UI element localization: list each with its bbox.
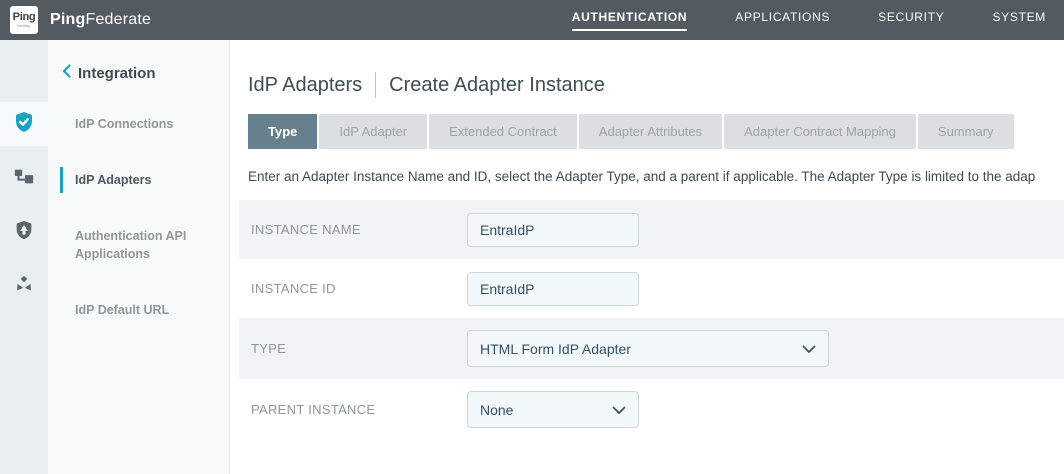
rail-item-security[interactable] xyxy=(0,210,48,254)
rail-item-applications[interactable] xyxy=(0,156,48,200)
ping-logo: Ping Identity. xyxy=(10,6,38,34)
sidebar-item-authentication-api-applications[interactable]: Authentication API Applications xyxy=(60,223,220,267)
tab-summary[interactable]: Summary xyxy=(918,114,1014,149)
page-title-primary: IdP Adapters xyxy=(248,74,362,97)
brand-bold: Ping xyxy=(50,11,85,28)
sidebar-item-idp-connections[interactable]: IdP Connections xyxy=(60,111,220,137)
nav-authentication[interactable]: AUTHENTICATION xyxy=(572,10,688,31)
rail-item-authentication[interactable] xyxy=(0,102,48,146)
parent-instance-dropdown[interactable]: None xyxy=(467,391,639,428)
type-label: TYPE xyxy=(251,341,467,356)
sidebar-item-idp-default-url[interactable]: IdP Default URL xyxy=(60,297,220,323)
instance-id-label: INSTANCE ID xyxy=(251,281,467,296)
app-title: PingFederate xyxy=(50,11,151,29)
form-row-instance-id: INSTANCE ID xyxy=(239,259,1064,318)
sidebar-nav: IdP Connections IdP Adapters Authenticat… xyxy=(60,111,229,323)
tab-adapter-contract-mapping[interactable]: Adapter Contract Mapping xyxy=(724,114,916,149)
page-description: Enter an Adapter Instance Name and ID, s… xyxy=(248,169,1064,184)
top-nav: AUTHENTICATION APPLICATIONS SECURITY SYS… xyxy=(572,10,1046,31)
tab-type[interactable]: Type xyxy=(248,114,317,149)
ping-logo-text: Ping xyxy=(13,12,36,23)
nav-applications[interactable]: APPLICATIONS xyxy=(735,10,830,31)
form-row-parent-instance: PARENT INSTANCE None xyxy=(239,379,1064,440)
chevron-down-icon xyxy=(612,402,626,418)
form-row-type: TYPE HTML Form IdP Adapter xyxy=(239,318,1064,379)
page-title-secondary: Create Adapter Instance xyxy=(389,74,605,97)
instance-id-input[interactable] xyxy=(467,272,639,306)
parent-instance-dropdown-value: None xyxy=(480,402,513,418)
form-row-instance-name: INSTANCE NAME xyxy=(239,200,1064,259)
app-header: Ping Identity. PingFederate AUTHENTICATI… xyxy=(0,0,1064,40)
sidebar-section-header[interactable]: Integration xyxy=(60,64,229,83)
instance-name-label: INSTANCE NAME xyxy=(251,222,467,237)
nav-system[interactable]: SYSTEM xyxy=(992,10,1046,31)
instance-name-input[interactable] xyxy=(467,213,639,247)
wizard-tabs: Type IdP Adapter Extended Contract Adapt… xyxy=(248,114,1064,149)
main-content: IdP Adapters Create Adapter Instance Typ… xyxy=(230,40,1064,474)
shield-arrow-icon xyxy=(13,219,35,246)
title-separator xyxy=(375,72,376,98)
tab-extended-contract[interactable]: Extended Contract xyxy=(429,114,577,149)
brand-light: Federate xyxy=(85,11,151,28)
rail-item-system[interactable] xyxy=(0,264,48,308)
ping-logo-subtext: Identity. xyxy=(17,23,31,28)
system-icon xyxy=(13,273,35,300)
type-dropdown-value: HTML Form IdP Adapter xyxy=(480,341,631,357)
tab-idp-adapter[interactable]: IdP Adapter xyxy=(319,114,427,149)
page-title: IdP Adapters Create Adapter Instance xyxy=(248,72,1064,98)
icon-rail xyxy=(0,40,48,474)
sidebar-item-idp-adapters[interactable]: IdP Adapters xyxy=(60,167,220,193)
tab-adapter-attributes[interactable]: Adapter Attributes xyxy=(579,114,722,149)
chevron-down-icon xyxy=(802,341,816,357)
shield-check-icon xyxy=(12,110,36,139)
sidebar: Integration IdP Connections IdP Adapters… xyxy=(48,40,230,474)
sidebar-section-label: Integration xyxy=(78,65,156,82)
adapter-form: INSTANCE NAME INSTANCE ID TYPE HTML Form… xyxy=(239,200,1064,440)
parent-instance-label: PARENT INSTANCE xyxy=(251,402,467,417)
chevron-left-icon xyxy=(62,64,71,83)
sitemap-icon xyxy=(13,165,35,192)
type-dropdown[interactable]: HTML Form IdP Adapter xyxy=(467,330,829,367)
nav-security[interactable]: SECURITY xyxy=(878,10,944,31)
